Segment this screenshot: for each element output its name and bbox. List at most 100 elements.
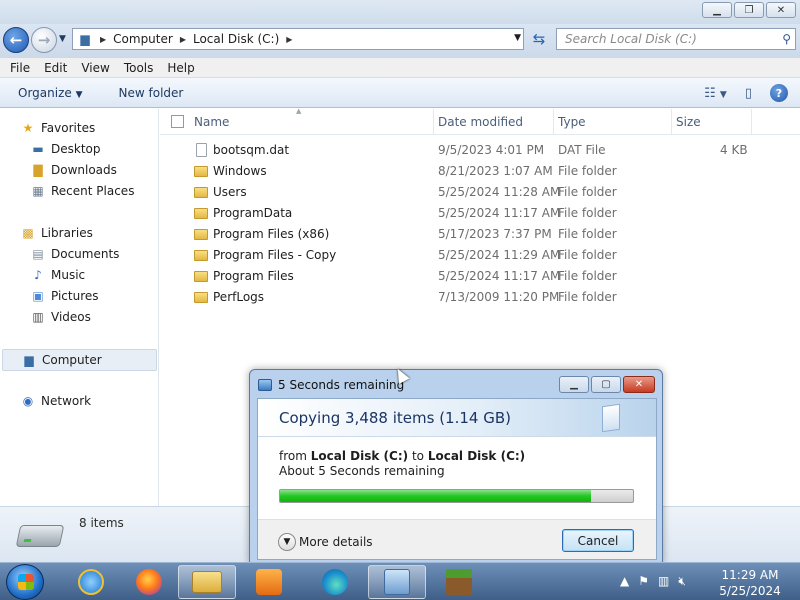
file-row[interactable]: Program Files 5/25/2024 11:17 AM File fold… bbox=[160, 266, 800, 287]
new-folder-button[interactable]: New folder bbox=[101, 86, 202, 100]
column-date-modified[interactable]: Date modified bbox=[434, 109, 554, 135]
nav-favorites-label: Favorites bbox=[41, 121, 96, 135]
network-status-icon[interactable]: ▥ bbox=[658, 574, 669, 589]
nav-downloads[interactable]: ▇ Downloads bbox=[30, 163, 117, 177]
nav-documents[interactable]: ▤ Documents bbox=[30, 247, 119, 261]
file-date: 9/5/2023 4:01 PM bbox=[438, 143, 545, 157]
refresh-icon[interactable]: ⇆ bbox=[527, 28, 551, 50]
search-icon[interactable]: ⚲ bbox=[782, 32, 791, 46]
file-name: ProgramData bbox=[213, 206, 293, 220]
menu-file[interactable]: File bbox=[3, 61, 37, 75]
taskbar-media-player[interactable] bbox=[240, 565, 298, 599]
address-bar[interactable]: ▆ ▶ Computer ▶ Local Disk (C:) ▶ ▼ bbox=[72, 28, 524, 50]
navigation-pane: ★ Favorites ▬ Desktop ▇ Downloads ▦ Recent P… bbox=[0, 109, 159, 506]
maximize-button[interactable]: ❐ bbox=[734, 2, 764, 18]
minimize-button[interactable]: ▁ bbox=[702, 2, 732, 18]
file-row[interactable]: PerfLogs 7/13/2009 11:20 PM File folder bbox=[160, 287, 800, 308]
file-row[interactable]: ProgramData 5/25/2024 11:17 AM File folder bbox=[160, 203, 800, 224]
select-all-checkbox[interactable] bbox=[171, 115, 184, 128]
copy-icon bbox=[258, 379, 272, 391]
recent-pages-dropdown[interactable]: ▼ bbox=[59, 34, 66, 44]
column-size[interactable]: Size bbox=[672, 109, 752, 135]
file-type: File folder bbox=[558, 206, 617, 220]
dialog-titlebar: 5 Seconds remaining bbox=[258, 378, 404, 392]
action-center-flag-icon[interactable]: ⚑ bbox=[638, 574, 649, 589]
taskbar-minecraft[interactable] bbox=[430, 565, 488, 599]
nav-network[interactable]: ◉ Network bbox=[20, 394, 91, 408]
preview-pane-icon[interactable]: ▯ bbox=[745, 86, 752, 101]
file-row[interactable]: bootsqm.dat 9/5/2023 4:01 PM DAT File 4 KB bbox=[160, 140, 800, 161]
chevron-right-icon[interactable]: ▶ bbox=[286, 35, 292, 44]
taskbar-firefox[interactable] bbox=[120, 565, 178, 599]
dialog-maximize-button[interactable]: ▢ bbox=[591, 376, 621, 393]
help-icon[interactable]: ? bbox=[770, 84, 788, 102]
recent-places-icon: ▦ bbox=[32, 184, 44, 198]
menu-tools[interactable]: Tools bbox=[117, 61, 161, 75]
search-input[interactable]: Search Local Disk (C:) ⚲ bbox=[556, 28, 796, 50]
file-date: 7/13/2009 11:20 PM bbox=[438, 290, 560, 304]
system-icon bbox=[384, 569, 410, 595]
address-row: ← → ▼ ▆ ▶ Computer ▶ Local Disk (C:) ▶ ▼… bbox=[0, 24, 800, 58]
nav-videos[interactable]: ▥ Videos bbox=[30, 310, 91, 324]
more-details-label: More details bbox=[299, 535, 373, 549]
column-type[interactable]: Type bbox=[554, 109, 672, 135]
menu-edit[interactable]: Edit bbox=[37, 61, 74, 75]
chevron-right-icon[interactable]: ▶ bbox=[100, 35, 106, 44]
menu-view[interactable]: View bbox=[74, 61, 116, 75]
clock[interactable]: 11:29 AM 5/25/2024 bbox=[712, 567, 788, 599]
network-icon: ◉ bbox=[22, 394, 34, 408]
show-hidden-icons-icon[interactable]: ▲ bbox=[620, 574, 629, 589]
folder-icon bbox=[194, 187, 208, 198]
clock-date: 5/25/2024 bbox=[719, 584, 781, 598]
nav-computer[interactable]: ▆ Computer bbox=[2, 349, 157, 371]
taskbar-explorer[interactable] bbox=[178, 565, 236, 599]
file-row[interactable]: Users 5/25/2024 11:28 AM File folder bbox=[160, 182, 800, 203]
nav-pictures[interactable]: ▣ Pictures bbox=[30, 289, 98, 303]
close-button[interactable]: ✕ bbox=[766, 2, 796, 18]
cancel-button[interactable]: Cancel bbox=[562, 529, 634, 552]
copy-route: from Local Disk (C:) to Local Disk (C:) bbox=[279, 449, 525, 463]
breadcrumb-local-disk[interactable]: Local Disk (C:) bbox=[193, 32, 279, 46]
file-icon bbox=[196, 143, 207, 157]
file-type: File folder bbox=[558, 248, 617, 262]
source-link[interactable]: Local Disk (C:) bbox=[311, 449, 408, 463]
column-name[interactable]: Name bbox=[190, 109, 434, 135]
file-row[interactable]: Program Files (x86) 5/17/2023 7:37 PM File… bbox=[160, 224, 800, 245]
taskbar-internet-explorer[interactable] bbox=[62, 565, 120, 599]
breadcrumb-computer[interactable]: Computer bbox=[113, 32, 173, 46]
file-size: 4 KB bbox=[720, 143, 748, 157]
volume-muted-icon[interactable]: 🔇︎ bbox=[678, 574, 686, 589]
file-row[interactable]: Program Files - Copy 5/25/2024 11:29 AM Fi… bbox=[160, 245, 800, 266]
pictures-icon: ▣ bbox=[32, 289, 44, 303]
more-details-toggle[interactable]: ▼ More details bbox=[278, 533, 373, 551]
chevron-right-icon[interactable]: ▶ bbox=[180, 35, 186, 44]
progress-bar bbox=[279, 489, 634, 503]
forward-button[interactable]: → bbox=[31, 27, 57, 53]
computer-icon: ▆ bbox=[24, 353, 34, 367]
dialog-minimize-button[interactable]: ▁ bbox=[559, 376, 589, 393]
start-button[interactable] bbox=[6, 564, 44, 600]
nav-desktop[interactable]: ▬ Desktop bbox=[30, 142, 100, 156]
file-name: PerfLogs bbox=[213, 290, 265, 304]
firefox-icon bbox=[136, 569, 162, 595]
destination-link[interactable]: Local Disk (C:) bbox=[428, 449, 525, 463]
nav-favorites[interactable]: ★ Favorites bbox=[20, 121, 96, 135]
taskbar-copy-progress[interactable] bbox=[368, 565, 426, 599]
view-options-icon[interactable]: ☷ ▼ bbox=[704, 86, 727, 101]
address-dropdown-icon[interactable]: ▼ bbox=[514, 33, 521, 43]
item-count: 8 items bbox=[79, 516, 124, 530]
file-type: DAT File bbox=[558, 143, 606, 157]
media-player-icon bbox=[256, 569, 282, 595]
menu-help[interactable]: Help bbox=[160, 61, 201, 75]
file-date: 5/17/2023 7:37 PM bbox=[438, 227, 552, 241]
library-icon: ▩ bbox=[22, 226, 34, 240]
file-row[interactable]: Windows 8/21/2023 1:07 AM File folder bbox=[160, 161, 800, 182]
nav-recent-places[interactable]: ▦ Recent Places bbox=[30, 184, 134, 198]
back-button[interactable]: ← bbox=[3, 27, 29, 53]
taskbar-edge[interactable] bbox=[306, 565, 364, 599]
organize-button[interactable]: Organize ▼ bbox=[0, 86, 101, 100]
nav-music[interactable]: ♪ Music bbox=[30, 268, 85, 282]
nav-libraries[interactable]: ▩ Libraries bbox=[20, 226, 93, 240]
folder-icon bbox=[194, 292, 208, 303]
dialog-close-button[interactable]: ✕ bbox=[623, 376, 655, 393]
